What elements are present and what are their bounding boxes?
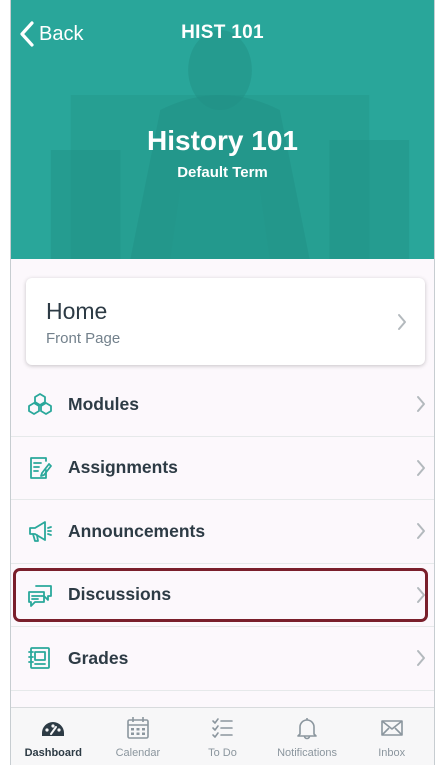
chevron-right-icon bbox=[417, 396, 425, 413]
modules-icon bbox=[28, 393, 52, 416]
todo-icon bbox=[212, 718, 234, 738]
course-term: Default Term bbox=[177, 164, 268, 181]
tab-todo[interactable]: To Do bbox=[180, 708, 265, 765]
chevron-right-icon bbox=[417, 650, 425, 667]
tab-bar: Dashboard Calendar To Do Notifications I… bbox=[11, 707, 434, 765]
tab-dashboard[interactable]: Dashboard bbox=[11, 708, 96, 765]
course-screen: Back HIST 101 History 101 Default Term H… bbox=[10, 0, 435, 765]
tab-label: To Do bbox=[208, 747, 237, 759]
home-card[interactable]: Home Front Page bbox=[26, 278, 425, 365]
course-header: Back HIST 101 History 101 Default Term bbox=[11, 0, 434, 259]
home-subtitle: Front Page bbox=[46, 330, 121, 347]
tab-label: Notifications bbox=[277, 747, 338, 759]
bell-icon bbox=[297, 718, 317, 740]
home-title: Home bbox=[46, 298, 108, 324]
announcements-icon bbox=[29, 521, 52, 543]
course-title: History 101 bbox=[147, 125, 298, 156]
chevron-right-icon bbox=[417, 586, 425, 603]
tab-calendar[interactable]: Calendar bbox=[96, 708, 181, 765]
menu-item-assignments[interactable]: Assignments bbox=[11, 437, 434, 500]
course-menu: Modules Assignments Announcements Discus… bbox=[11, 373, 434, 691]
menu-item-label: Assignments bbox=[68, 457, 178, 478]
menu-item-label: Announcements bbox=[68, 520, 206, 541]
menu-item-grades[interactable]: Grades bbox=[11, 627, 434, 691]
dashboard-icon bbox=[42, 722, 65, 736]
menu-item-modules[interactable]: Modules bbox=[11, 373, 434, 437]
calendar-icon bbox=[127, 717, 149, 739]
chevron-right-icon bbox=[417, 523, 425, 540]
tab-inbox[interactable]: Inbox bbox=[349, 708, 434, 765]
menu-item-label: Grades bbox=[68, 647, 129, 668]
menu-item-label: Discussions bbox=[68, 584, 172, 605]
chevron-right-icon bbox=[398, 313, 406, 330]
grades-icon bbox=[28, 647, 50, 670]
tab-label: Calendar bbox=[115, 747, 161, 759]
assignments-icon bbox=[30, 456, 52, 479]
tab-notifications[interactable]: Notifications bbox=[265, 708, 350, 765]
tab-label: Inbox bbox=[378, 747, 406, 759]
menu-item-announcements[interactable]: Announcements bbox=[11, 500, 434, 564]
menu-item-label: Modules bbox=[68, 393, 139, 414]
discussions-icon bbox=[28, 584, 52, 607]
menu-item-discussions[interactable]: Discussions bbox=[11, 564, 434, 627]
tab-label: Dashboard bbox=[24, 747, 83, 759]
nav-title: HIST 101 bbox=[181, 22, 264, 43]
inbox-icon bbox=[380, 720, 403, 736]
chevron-right-icon bbox=[417, 459, 425, 476]
